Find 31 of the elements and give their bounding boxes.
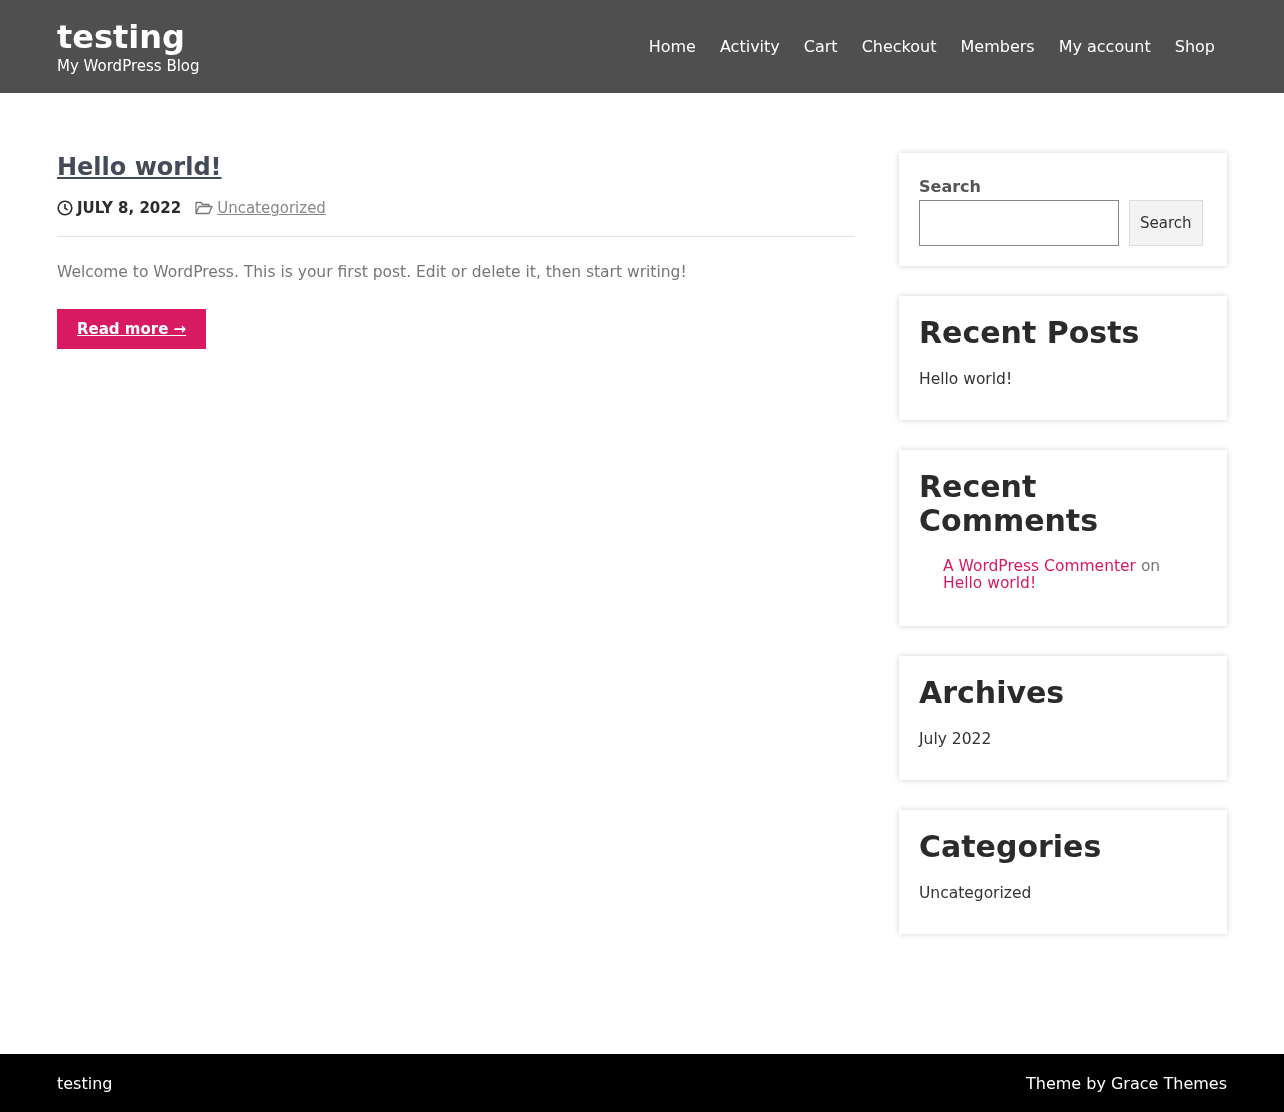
footer-site-name: testing [57, 1073, 113, 1093]
search-label: Search [919, 177, 982, 196]
search-field[interactable] [919, 200, 1119, 246]
comment-author-link[interactable]: A WordPress Commenter [943, 557, 1136, 575]
post-excerpt: Welcome to WordPress. This is your first post. Edit or delete it, then start writing! [57, 263, 688, 281]
nav-link[interactable]: Checkout [861, 37, 937, 56]
nav-link[interactable]: Shop [1174, 37, 1215, 56]
widget-title: Recent Posts [919, 316, 1141, 350]
post-date: JULY 8, 2022 [77, 199, 182, 217]
widget-title: Categories [919, 830, 1103, 864]
site-tagline: My WordPress Blog [57, 56, 200, 75]
nav-link[interactable]: Home [648, 37, 696, 56]
widget-title: Archives [919, 676, 1066, 710]
widget-link[interactable]: Uncategorized [919, 884, 1207, 902]
clock-icon [57, 200, 73, 216]
nav-link[interactable]: Members [960, 37, 1035, 56]
comment-post-link[interactable]: Hello world! [943, 574, 1037, 592]
widget-link[interactable]: July 2022 [919, 730, 1207, 748]
nav-link[interactable]: My account [1058, 37, 1151, 56]
search-button[interactable]: Search [1129, 200, 1203, 246]
folder-icon [195, 201, 214, 215]
widget-title: Recent Comments [919, 470, 1100, 538]
site-title[interactable]: testing [57, 18, 200, 55]
widget-link[interactable]: Hello world! [919, 370, 1207, 388]
read-more-button[interactable]: Read more → [57, 309, 207, 349]
post-title[interactable]: Hello world! [57, 153, 855, 181]
footer-credit: Theme by Grace Themes [1026, 1073, 1227, 1093]
recent-comment: A WordPress Commenter on Hello world! [943, 558, 1162, 592]
nav-link[interactable]: Activity [719, 37, 780, 56]
nav-link[interactable]: Cart [803, 37, 838, 56]
category-link[interactable]: Uncategorized [217, 199, 326, 217]
